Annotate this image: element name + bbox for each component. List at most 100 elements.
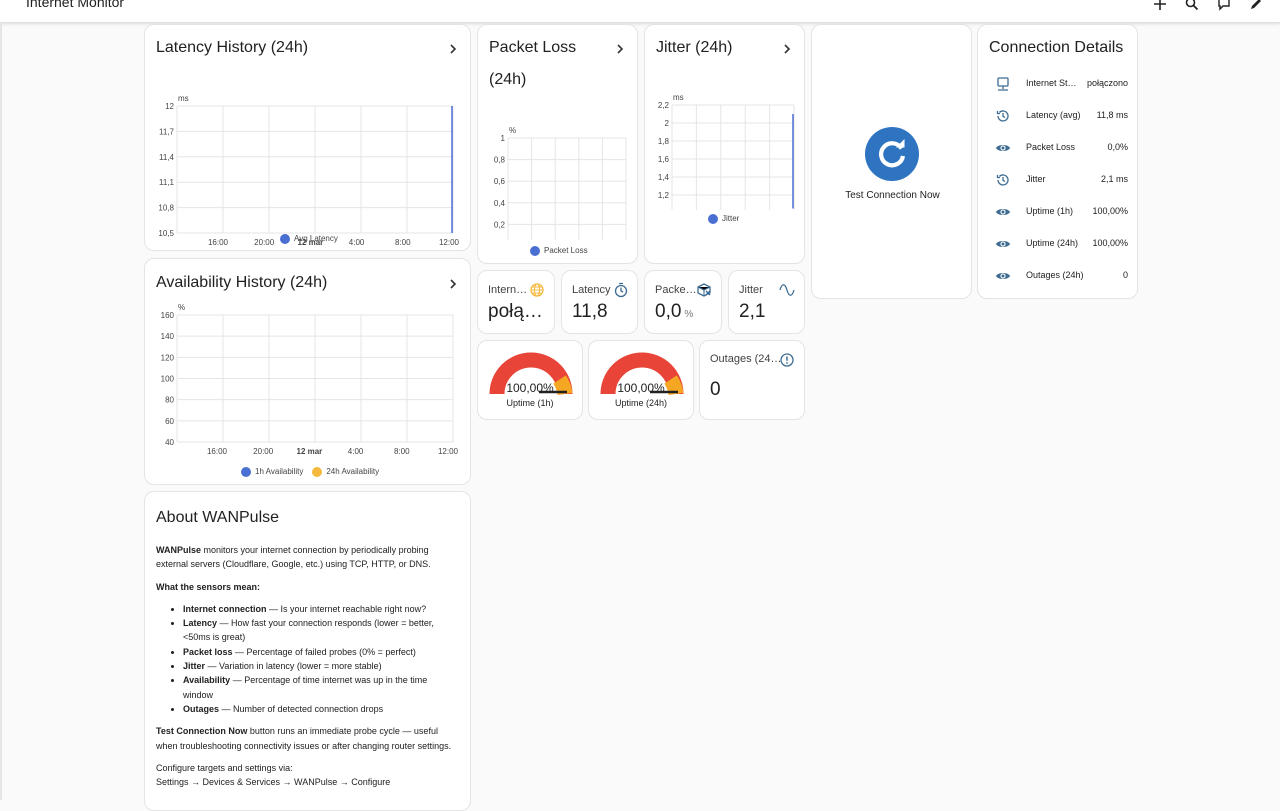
chevron-right-icon[interactable]	[779, 41, 795, 57]
tile-name: Packe…	[655, 284, 697, 296]
detail-row-uptime-1h[interactable]: Uptime (1h) 100,00%	[978, 204, 1137, 236]
detail-name: Packet Loss	[1026, 142, 1076, 152]
chevron-right-icon[interactable]	[612, 41, 628, 57]
pencil-icon[interactable]	[1245, 0, 1267, 15]
list-item: Jitter — Variation in latency (lower = m…	[183, 659, 456, 673]
chevron-right-icon[interactable]	[445, 276, 461, 292]
detail-name: Uptime (1h)	[1026, 206, 1074, 216]
gauge-arc	[489, 352, 573, 403]
jitter-chart: ms2,221,81,61,41,2120:004:0012:0	[658, 93, 795, 210]
legend-item[interactable]: Avg Latency	[280, 234, 338, 244]
timer-icon	[613, 282, 629, 298]
jitter-card[interactable]: Jitter (24h) ms2,221,81,61,41,2120:004:0…	[644, 24, 805, 264]
card-title: Connection Details	[989, 39, 1124, 56]
gauge-label: Uptime (1h)	[506, 398, 554, 408]
detail-row-uptime-24h[interactable]: Uptime (24h) 100,00%	[978, 236, 1137, 268]
detail-row-outages[interactable]: Outages (24h) 0	[978, 268, 1137, 298]
y-tick-label: 11,4	[159, 153, 175, 162]
y-tick-label: 1,6	[658, 155, 670, 164]
detail-value: 100,00%	[1092, 238, 1128, 248]
internet-tile[interactable]: Intern… połą…	[477, 270, 555, 334]
package-off-icon	[696, 282, 712, 298]
search-icon[interactable]	[1181, 0, 1203, 15]
unit-label: %	[178, 303, 185, 312]
tile-value: 0	[710, 379, 721, 400]
gauge-label: Uptime (24h)	[614, 398, 668, 408]
detail-value: 11,8 ms	[1096, 110, 1128, 120]
availability-history-card[interactable]: Availability History (24h) % 160 140 120 100…	[144, 258, 471, 485]
globe-icon	[529, 282, 545, 298]
chat-icon[interactable]	[1213, 0, 1235, 15]
legend-dot	[312, 467, 323, 477]
app-title: Internet Monitor	[26, 0, 125, 10]
legend-item[interactable]: Jitter	[708, 214, 739, 224]
x-tick-label: 16:00	[208, 238, 229, 247]
x-tick-label: 12 mar	[297, 447, 323, 456]
y-tick-label: 1,2	[658, 191, 670, 200]
detail-row-internet-status[interactable]: Internet St… połączono	[978, 76, 1137, 108]
list-term: Internet connection	[183, 603, 267, 614]
plus-icon[interactable]	[1149, 0, 1171, 15]
legend-item[interactable]: 1h Availability	[241, 467, 303, 477]
tile-name: Latency	[572, 284, 611, 296]
detail-value: 0,0%	[1107, 142, 1128, 152]
about-card: About WANPulse WANPulse monitors your in…	[144, 491, 471, 811]
y-tick-label: 1	[501, 134, 506, 143]
y-tick-label: 140	[161, 332, 175, 341]
jitter-tile[interactable]: Jitter 2,1	[728, 270, 805, 334]
y-tick-label: 0,4	[494, 199, 506, 208]
chart-legend: 1h Availability 24h Availability	[241, 467, 379, 477]
legend-item[interactable]: Packet Loss	[530, 246, 588, 256]
detail-name: Jitter	[1026, 174, 1046, 184]
latency-chart: ms1211,711,411,110,810,516:00 20:00 12 mar…	[158, 94, 460, 247]
tile-value: połą…	[488, 301, 543, 322]
packet-loss-card[interactable]: Packet Loss (24h) %10,80,60,40,2020:004:…	[477, 24, 638, 264]
list-term: Packet loss	[183, 646, 233, 657]
y-tick-label: 120	[161, 353, 175, 362]
packet-loss-chart: %10,80,60,40,2020:004:0012:0	[494, 126, 627, 240]
y-tick-label: 80	[165, 396, 174, 405]
configure-path: Settings → Devices & Services → WANPulse…	[156, 777, 391, 788]
card-title-line2: (24h)	[489, 71, 527, 88]
latency-tile[interactable]: Latency 11,8	[561, 270, 638, 334]
y-tick-label: 11,7	[159, 127, 175, 136]
latency-history-card[interactable]: Latency History (24h) ms 12 11,7 11,4 11,1 10…	[144, 24, 471, 251]
eye-icon	[995, 236, 1011, 252]
packet-loss-tile[interactable]: Packe… 0,0%	[644, 270, 722, 334]
y-tick-label: 2	[665, 119, 670, 128]
y-tick-label: 40	[165, 438, 174, 447]
detail-row-latency[interactable]: Latency (avg) 11,8 ms	[978, 108, 1137, 140]
tile-name: Outages (24…	[710, 353, 782, 365]
uptime-24h-gauge[interactable]: 100,00% Uptime (24h)	[588, 340, 694, 420]
legend-label: 1h Availability	[255, 467, 304, 477]
sensor-list: Internet connection — Is your internet r…	[156, 602, 456, 716]
connection-details-card: Connection Details Internet St… połączon…	[977, 24, 1138, 299]
x-tick-label: 8:00	[394, 447, 410, 456]
y-tick-label: 10,5	[158, 229, 174, 238]
test-button-name: Test Connection Now	[156, 726, 248, 737]
detail-row-packet-loss[interactable]: Packet Loss 0,0%	[978, 140, 1137, 172]
y-tick-label: 10,8	[158, 204, 174, 213]
x-tick-label: 20:00	[253, 447, 274, 456]
tile-unit: %	[684, 309, 694, 320]
sidebar-edge	[0, 22, 2, 800]
y-tick-label: 1	[665, 209, 670, 210]
tile-name: Intern…	[488, 284, 528, 296]
chevron-right-icon[interactable]	[445, 41, 461, 57]
uptime-1h-gauge[interactable]: 100,00% Uptime (1h)	[477, 340, 583, 420]
list-item: Packet loss — Percentage of failed probe…	[183, 645, 456, 659]
about-brand: WANPulse	[156, 545, 202, 555]
outages-tile[interactable]: Outages (24… 0	[699, 340, 805, 420]
list-desc: — Number of detected connection drops	[219, 703, 384, 714]
gauge-arc	[600, 352, 684, 403]
detail-row-jitter[interactable]: Jitter 2,1 ms	[978, 172, 1137, 204]
eye-icon	[995, 204, 1011, 220]
card-title: Availability History (24h)	[156, 274, 328, 291]
detail-name: Internet St…	[1026, 78, 1077, 88]
x-tick-label: 12:00	[439, 238, 460, 247]
test-connection-button[interactable]: Test Connection Now	[811, 24, 972, 299]
list-item: Internet connection — Is your internet r…	[183, 602, 456, 616]
legend-label: Avg Latency	[294, 234, 338, 244]
legend-item[interactable]: 24h Availability	[312, 467, 379, 477]
tile-name: Jitter	[739, 284, 763, 296]
